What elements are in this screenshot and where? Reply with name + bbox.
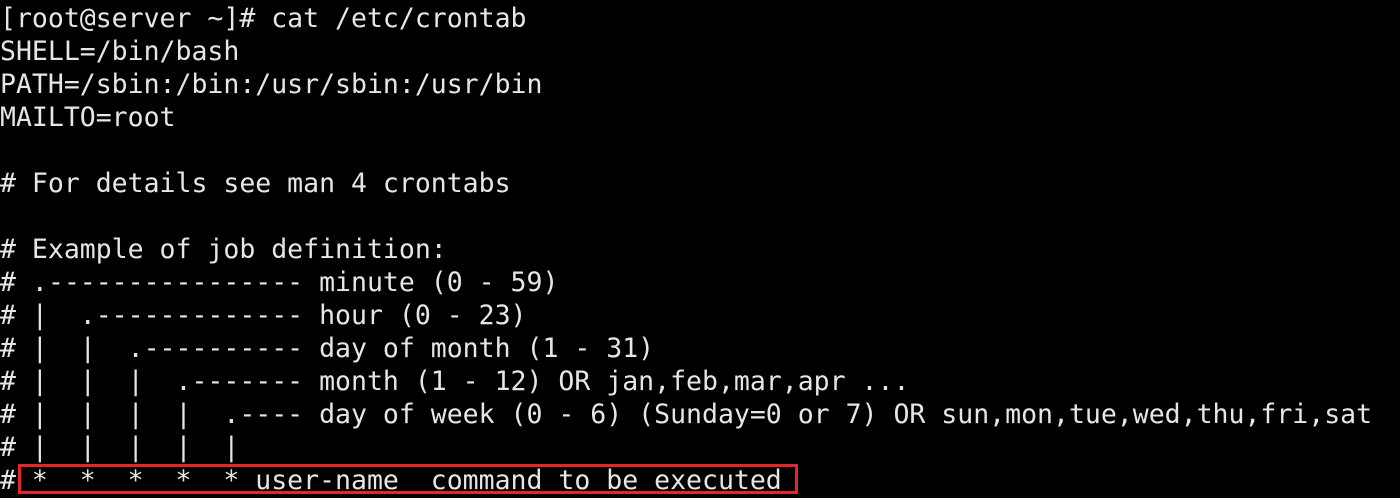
terminal-line: PATH=/sbin:/bin:/usr/sbin:/usr/bin xyxy=(0,69,543,100)
prompt-line: [root@server ~]# cat /etc/crontab xyxy=(0,3,527,34)
terminal-line: MAILTO=root xyxy=(0,102,176,133)
terminal-line: # .---------------- minute (0 - 59) xyxy=(0,267,559,298)
terminal-line: # | | | | | xyxy=(0,432,240,463)
terminal-line: # Example of job definition: xyxy=(0,234,447,265)
terminal-line: # | .------------- hour (0 - 23) xyxy=(0,300,527,331)
terminal-window[interactable]: [root@server ~]# cat /etc/crontab SHELL=… xyxy=(0,0,1400,498)
terminal-line: # For details see man 4 crontabs xyxy=(0,168,511,199)
highlight-box xyxy=(18,464,798,494)
terminal-line: SHELL=/bin/bash xyxy=(0,36,240,67)
terminal-line: # | | .---------- day of month (1 - 31) xyxy=(0,333,655,364)
terminal-line: # | | | | .---- day of week (0 - 6) (Sun… xyxy=(0,399,1373,430)
terminal-line: # | | | .------- month (1 - 12) OR jan,f… xyxy=(0,366,910,397)
